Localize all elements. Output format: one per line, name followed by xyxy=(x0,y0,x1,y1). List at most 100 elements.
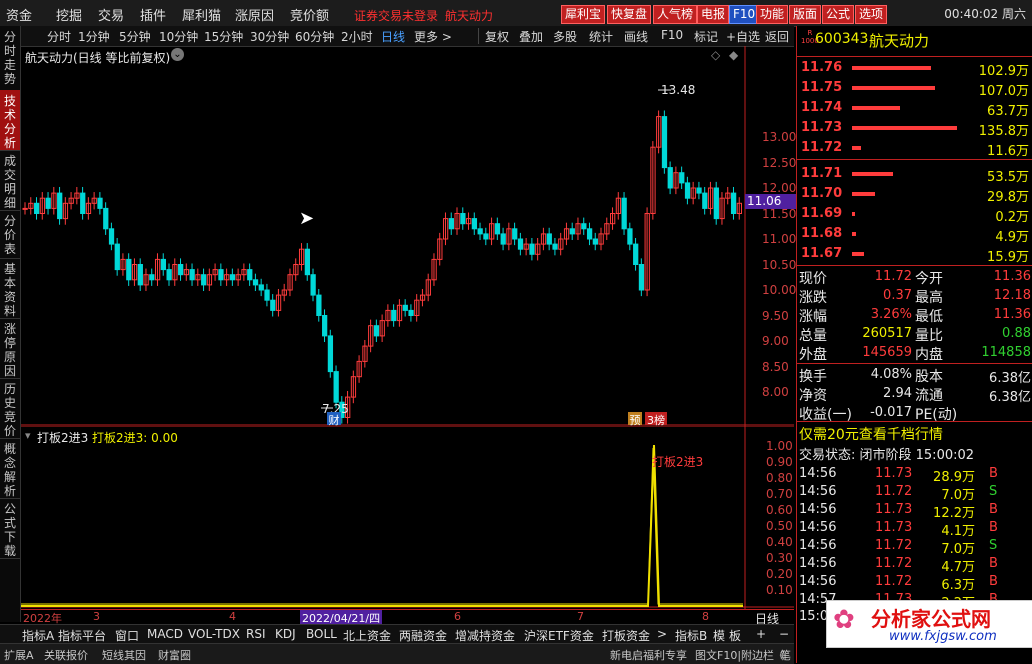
f10-button[interactable]: F10 xyxy=(729,5,760,24)
options-button[interactable]: 选项 xyxy=(855,5,888,24)
badge-rank[interactable]: 3榜 xyxy=(645,412,667,427)
badge-forecast[interactable]: 预 xyxy=(628,412,642,427)
tab-scroll-right[interactable]: > xyxy=(657,627,667,641)
tab-rsi[interactable]: RSI xyxy=(246,627,266,641)
candle-body xyxy=(402,304,408,311)
candle-body xyxy=(512,228,518,240)
pen-tab[interactable]: 笔 xyxy=(780,647,791,663)
bid-row[interactable]: 11.67 15.9万 xyxy=(797,245,1032,265)
remove-tab-button[interactable]: − xyxy=(779,627,789,641)
chevron-down-icon[interactable]: ⌄ xyxy=(171,48,184,61)
badge-financial[interactable]: 财 xyxy=(327,412,341,427)
ask-row[interactable]: 11.75 107.0万 xyxy=(797,79,1032,99)
tab-margin[interactable]: 两融资金 xyxy=(399,627,447,644)
period-1min[interactable]: 1分钟 xyxy=(78,28,110,45)
tab-technical[interactable]: 技术分析 xyxy=(0,90,20,151)
tab-concept[interactable]: 概念解析 xyxy=(0,438,20,499)
ask-row[interactable]: 11.72 11.6万 xyxy=(797,139,1032,159)
tab-limitup-funds[interactable]: 打板资金 xyxy=(602,627,650,644)
tab-macd[interactable]: MACD xyxy=(147,627,183,641)
price-chart[interactable]: 航天动力(日线 等比前复权) ⌄ ◇ ◆ 13.00 12.50 12.00 11.5… xyxy=(21,46,796,427)
period-5min[interactable]: 5分钟 xyxy=(119,28,151,45)
popularity-button[interactable]: 人气榜 xyxy=(653,5,698,24)
tool-f10[interactable]: F10 xyxy=(661,28,683,42)
indicator-line xyxy=(21,444,743,607)
tab-window[interactable]: 窗口 xyxy=(115,627,139,644)
function-button[interactable]: 功能 xyxy=(756,5,789,24)
tab-basic-info[interactable]: 基本资料 xyxy=(0,258,20,319)
tab-board[interactable]: 板 xyxy=(729,627,741,644)
bid-price: 11.71 xyxy=(801,166,843,181)
tab-boll[interactable]: BOLL xyxy=(306,627,337,641)
tab-formula-download[interactable]: 公式下载 xyxy=(0,498,20,559)
layout-button[interactable]: 版面 xyxy=(789,5,822,24)
formula-button[interactable]: 公式 xyxy=(822,5,855,24)
menu-item-trade[interactable]: 交易 xyxy=(98,5,124,24)
period-10min[interactable]: 10分钟 xyxy=(159,28,198,45)
add-tab-button[interactable]: + xyxy=(756,627,766,641)
login-warning[interactable]: 证券交易未登录 xyxy=(354,7,438,24)
ask-row[interactable]: 11.76 102.9万 xyxy=(797,59,1032,79)
tool-mark[interactable]: 标记 xyxy=(694,28,718,45)
period-more[interactable]: 更多 > xyxy=(414,28,452,45)
tab-kdj[interactable]: KDJ xyxy=(275,627,296,641)
period-daily[interactable]: 日线 xyxy=(381,28,405,45)
tab-short-term[interactable]: 短线其因 xyxy=(102,647,146,663)
indicator-signal-label: 打板2进3 xyxy=(652,455,704,469)
telegraph-button[interactable]: 电报 xyxy=(697,5,730,24)
tab-indicator-a[interactable]: 指标A xyxy=(22,627,54,644)
tool-overlay[interactable]: 叠加 xyxy=(519,28,543,45)
bid-row[interactable]: 11.69 0.2万 xyxy=(797,205,1032,225)
tab-price-table[interactable]: 分价表 xyxy=(0,210,20,259)
level2-promo[interactable]: 仅需20元查看千档行情 xyxy=(797,424,1032,443)
tab-trade-detail[interactable]: 成交明细 xyxy=(0,150,20,211)
promo-link[interactable]: 新电启福利专享 xyxy=(610,647,687,663)
ask-row[interactable]: 11.73 135.8万 xyxy=(797,119,1032,139)
tab-holding-change[interactable]: 增减持资金 xyxy=(455,627,515,644)
menu-item-plugins[interactable]: 插件 xyxy=(140,5,166,24)
menu-item-auction[interactable]: 竞价额 xyxy=(290,5,329,24)
tool-multi[interactable]: 多股 xyxy=(553,28,577,45)
ask-row[interactable]: 11.74 63.7万 xyxy=(797,99,1032,119)
indicator-panel[interactable]: 打板2进3 ▾ 打板2进3: 0.00 打板2进3 1.00 0.90 0.80 0.… xyxy=(21,426,794,609)
tool-draw[interactable]: 画线 xyxy=(624,28,648,45)
indicator-name[interactable]: 打板2进3 xyxy=(37,429,88,446)
period-30min[interactable]: 30分钟 xyxy=(250,28,289,45)
tab-vol-tdx[interactable]: VOL-TDX xyxy=(188,627,240,641)
dropdown-arrow-icon[interactable]: ▾ xyxy=(25,429,31,442)
candle-body xyxy=(373,325,380,337)
period-15min[interactable]: 15分钟 xyxy=(204,28,243,45)
tab-indicator-b[interactable]: 指标B xyxy=(675,627,707,644)
tab-extension-a[interactable]: 扩展A xyxy=(4,647,34,663)
period-2hour[interactable]: 2小时 xyxy=(341,28,373,45)
diamond-icon[interactable]: ◇ xyxy=(711,48,720,62)
tab-northbound[interactable]: 北上资金 xyxy=(343,627,391,644)
tab-timeshare[interactable]: 分时走势 xyxy=(0,26,20,91)
f10-sidebar-link[interactable]: 图文F10|附边栏《 xyxy=(695,647,785,663)
tool-stats[interactable]: 统计 xyxy=(589,28,613,45)
candle-body xyxy=(22,207,28,210)
bid-row[interactable]: 11.68 4.9万 xyxy=(797,225,1032,245)
menu-item-mining[interactable]: 挖掘 xyxy=(56,5,82,24)
tab-indicator-platform[interactable]: 指标平台 xyxy=(58,627,106,644)
tool-back[interactable]: 返回 xyxy=(765,28,789,45)
tab-template[interactable]: 模 xyxy=(713,627,725,644)
tool-add-watch[interactable]: +自选 xyxy=(726,28,760,45)
menu-item-xilimao[interactable]: 犀利猫 xyxy=(182,5,221,24)
tab-limitup-reason[interactable]: 涨停原因 xyxy=(0,318,20,379)
bid-row[interactable]: 11.71 53.5万 xyxy=(797,165,1032,185)
period-timeshare[interactable]: 分时 xyxy=(47,28,71,45)
menu-item-funds[interactable]: 资金 xyxy=(6,5,32,24)
menu-item-limitup-reason[interactable]: 涨原因 xyxy=(235,5,274,24)
xilibao-button[interactable]: 犀利宝 xyxy=(561,5,606,24)
tab-history-auction[interactable]: 历史竞价 xyxy=(0,378,20,439)
tool-adjust[interactable]: 复权 xyxy=(485,28,509,45)
expand-icon[interactable]: ◆ xyxy=(729,48,738,62)
tab-etf-funds[interactable]: 沪深ETF资金 xyxy=(524,627,594,644)
tab-wealth-circle[interactable]: 财富圈 xyxy=(158,647,191,663)
candle-body xyxy=(448,218,454,230)
bid-row[interactable]: 11.70 29.8万 xyxy=(797,185,1032,205)
quick-review-button[interactable]: 快复盘 xyxy=(607,5,652,24)
period-60min[interactable]: 60分钟 xyxy=(295,28,334,45)
tab-related-quotes[interactable]: 关联报价 xyxy=(44,647,88,663)
